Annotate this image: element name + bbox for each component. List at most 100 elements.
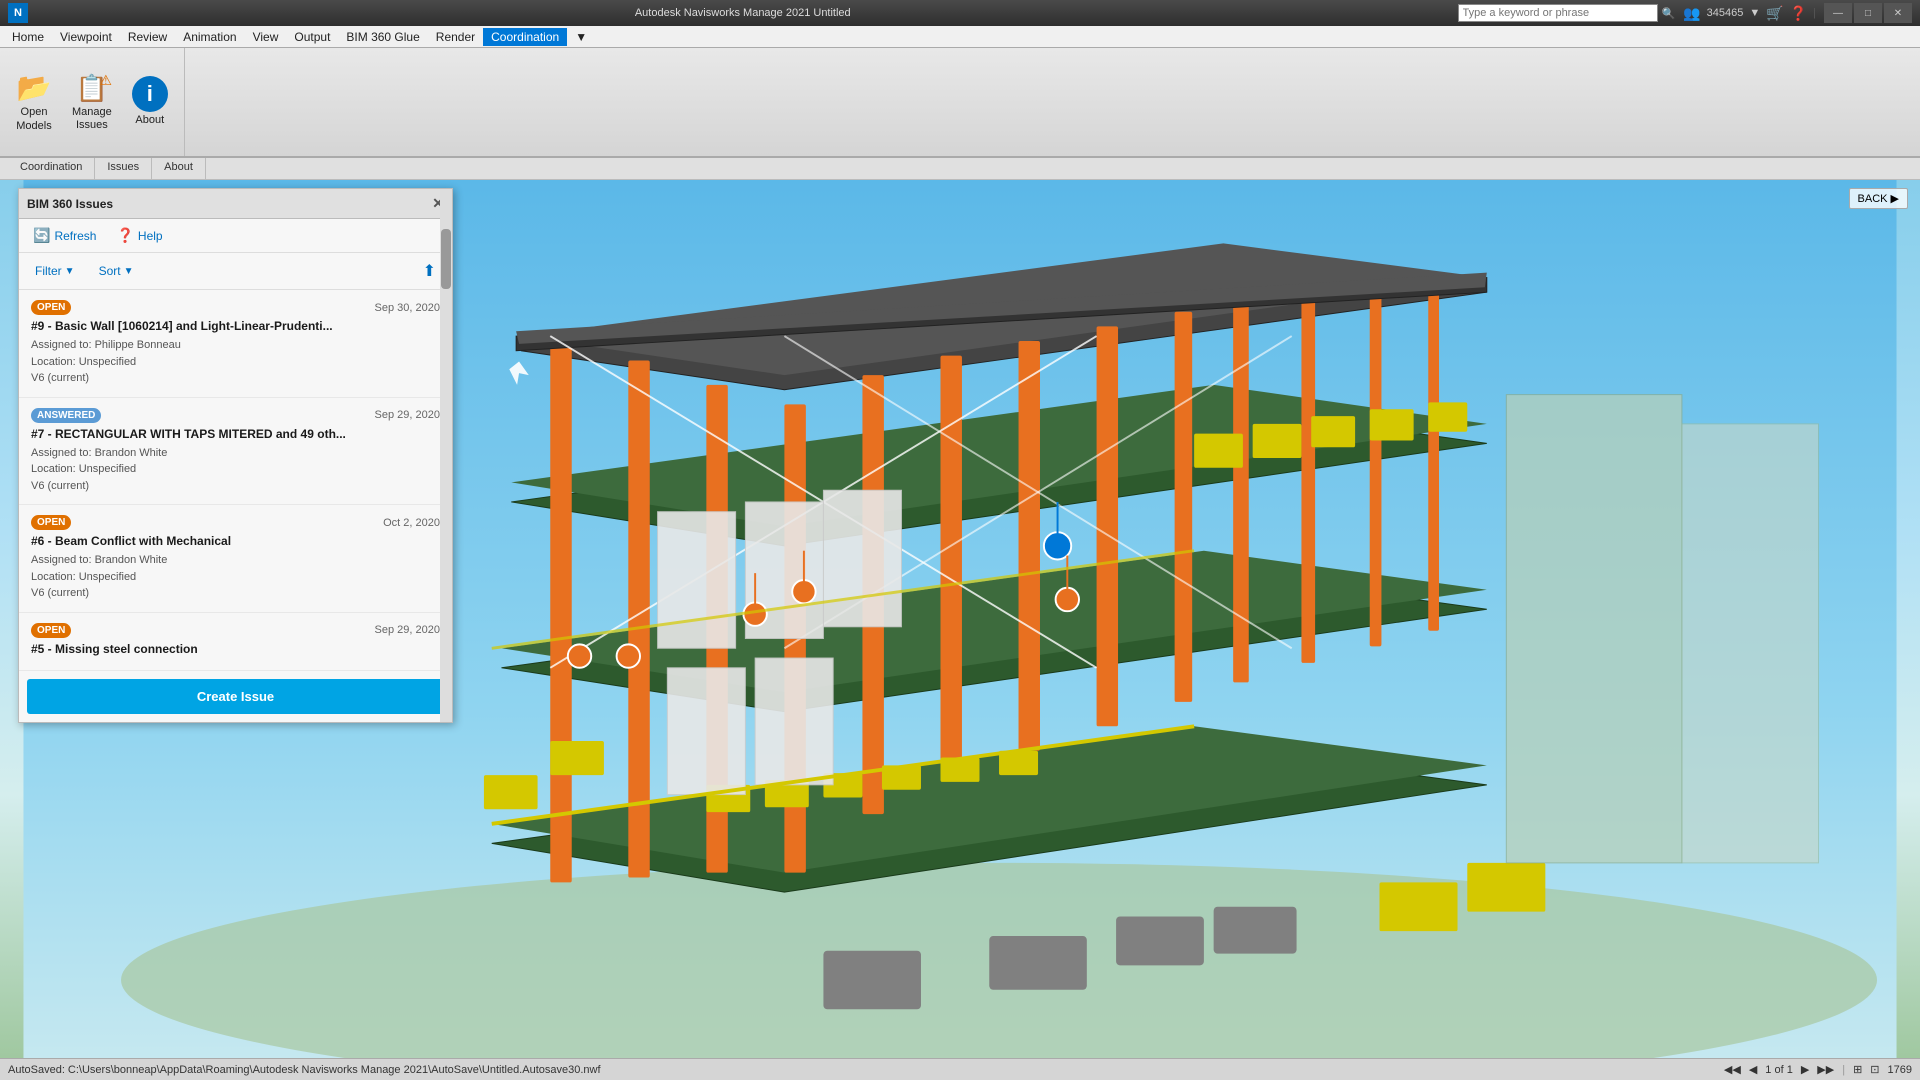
bim-panel: BIM 360 Issues ✕ 🔄 Refresh ❓ Help Filter… [18, 188, 453, 723]
issue-date: Sep 29, 2020 [375, 624, 440, 636]
maximize-button[interactable]: □ [1854, 3, 1882, 23]
issue-date: Oct 2, 2020 [383, 517, 440, 529]
issue-date: Sep 29, 2020 [375, 409, 440, 421]
issue-header: OPEN Sep 30, 2020 [31, 300, 440, 315]
issue-version: V6 (current) [31, 478, 440, 495]
navisworks-logo: N [8, 3, 28, 23]
users-icon: 👥 [1683, 5, 1700, 22]
nav-back-icon[interactable]: ◀ [1749, 1063, 1757, 1076]
ribbon-tab-row: Coordination Issues About [0, 158, 1920, 180]
back-button[interactable]: BACK ▶ [1849, 188, 1908, 209]
fit-icon[interactable]: ⊡ [1870, 1063, 1879, 1076]
issue-item[interactable]: OPEN Sep 30, 2020 #9 - Basic Wall [10602… [19, 290, 452, 398]
refresh-label: Refresh [54, 229, 96, 243]
menu-extra[interactable]: ▼ [567, 28, 595, 46]
create-issue-button[interactable]: Create Issue [27, 679, 444, 714]
ribbon-tab-coordination[interactable]: Coordination [8, 158, 95, 179]
ribbon-open-models[interactable]: 📂 OpenModels [8, 68, 60, 136]
title-bar-icons: 👥 345465 ▼ 🛒 ❓ | [1683, 5, 1816, 22]
issue-assigned: Assigned to: Philippe Bonneau [31, 337, 440, 354]
sort-button[interactable]: Sort ▼ [93, 262, 140, 280]
menu-home[interactable]: Home [4, 28, 52, 46]
dropdown-arrow[interactable]: ▼ [1749, 7, 1760, 19]
issue-title: #5 - Missing steel connection [31, 642, 440, 656]
issue-version: V6 (current) [31, 370, 440, 387]
menu-review[interactable]: Review [120, 28, 175, 46]
close-button[interactable]: ✕ [1884, 3, 1912, 23]
ribbon-tab-issues[interactable]: Issues [95, 158, 152, 179]
sort-label: Sort [99, 264, 121, 278]
autosave-text: AutoSaved: C:\Users\bonneap\AppData\Roam… [8, 1064, 601, 1076]
bim-panel-toolbar: 🔄 Refresh ❓ Help [19, 219, 452, 253]
filter-button[interactable]: Filter ▼ [29, 262, 81, 280]
search-input[interactable] [1458, 4, 1658, 22]
issue-title: #9 - Basic Wall [1060214] and Light-Line… [31, 319, 440, 333]
bim-panel-header: BIM 360 Issues ✕ [19, 189, 452, 219]
search-icon[interactable]: 🔍 [1662, 7, 1676, 20]
open-models-icon: 📂 [17, 71, 52, 104]
bim-panel-title: BIM 360 Issues [27, 197, 113, 211]
ribbon-wrapper: 📂 OpenModels 📋⚠ ManageIssues i About Coo… [0, 48, 1920, 180]
cart-icon[interactable]: 🛒 [1766, 5, 1783, 22]
issue-badge-open: OPEN [31, 300, 71, 315]
issue-location: Location: Unspecified [31, 354, 440, 371]
divider: | [1813, 7, 1816, 19]
nav-prev-icon[interactable]: ◀◀ [1724, 1063, 1741, 1076]
issue-header: OPEN Sep 29, 2020 [31, 623, 440, 638]
scrollbar[interactable] [440, 189, 452, 722]
manage-issues-icon: 📋⚠ [76, 72, 108, 104]
user-id: 345465 [1707, 7, 1744, 19]
issue-version: V6 (current) [31, 585, 440, 602]
main-area: BACK ▶ BIM 360 Issues ✕ 🔄 Refresh ❓ Help… [0, 180, 1920, 1058]
issue-badge-open: OPEN [31, 515, 71, 530]
ribbon-manage-issues[interactable]: 📋⚠ ManageIssues [64, 68, 120, 136]
issue-title: #7 - RECTANGULAR WITH TAPS MITERED and 4… [31, 427, 440, 441]
app-logo: N [8, 3, 28, 23]
issues-list[interactable]: OPEN Sep 30, 2020 #9 - Basic Wall [10602… [19, 290, 452, 671]
export-button[interactable]: ⬆ [417, 259, 442, 283]
ribbon-about[interactable]: i About [124, 68, 176, 136]
about-icon: i [132, 76, 168, 112]
zoom-level: 1769 [1888, 1064, 1912, 1076]
issue-item[interactable]: ANSWERED Sep 29, 2020 #7 - RECTANGULAR W… [19, 398, 452, 506]
help-button[interactable]: ❓ Help [112, 225, 166, 246]
help-label: Help [138, 229, 163, 243]
manage-issues-label: ManageIssues [72, 106, 112, 132]
refresh-icon: 🔄 [33, 227, 50, 244]
issue-location: Location: Unspecified [31, 461, 440, 478]
nav-next-icon[interactable]: ▶▶ [1817, 1063, 1834, 1076]
help-icon[interactable]: ❓ [1790, 5, 1807, 22]
menu-bar: Home Viewpoint Review Animation View Out… [0, 26, 1920, 48]
filter-label: Filter [35, 264, 62, 278]
issue-header: ANSWERED Sep 29, 2020 [31, 408, 440, 423]
menu-bim360glue[interactable]: BIM 360 Glue [338, 28, 427, 46]
menu-animation[interactable]: Animation [175, 28, 244, 46]
nav-forward-icon[interactable]: ▶ [1801, 1063, 1809, 1076]
menu-viewpoint[interactable]: Viewpoint [52, 28, 120, 46]
view-mode-icon[interactable]: ⊞ [1853, 1063, 1862, 1076]
issue-assigned: Assigned to: Brandon White [31, 552, 440, 569]
menu-output[interactable]: Output [286, 28, 338, 46]
issue-title: #6 - Beam Conflict with Mechanical [31, 534, 440, 548]
issue-item[interactable]: OPEN Sep 29, 2020 #5 - Missing steel con… [19, 613, 452, 671]
ribbon-section-coordination: 📂 OpenModels 📋⚠ ManageIssues i About [0, 48, 185, 156]
search-bar: 🔍 [1458, 4, 1676, 22]
page-info: 1 of 1 [1765, 1064, 1793, 1076]
issue-item[interactable]: OPEN Oct 2, 2020 #6 - Beam Conflict with… [19, 505, 452, 613]
filter-dropdown-icon: ▼ [65, 266, 75, 277]
ribbon-tab-about[interactable]: About [152, 158, 206, 179]
window-title: Autodesk Navisworks Manage 2021 Untitled [28, 7, 1458, 19]
status-right: ◀◀ ◀ 1 of 1 ▶ ▶▶ | ⊞ ⊡ 1769 [1724, 1063, 1912, 1076]
sort-dropdown-icon: ▼ [124, 266, 134, 277]
issue-badge-answered: ANSWERED [31, 408, 101, 423]
ribbon-buttons: 📂 OpenModels 📋⚠ ManageIssues i About [8, 52, 176, 152]
scrollbar-thumb[interactable] [441, 229, 451, 289]
menu-coordination[interactable]: Coordination [483, 28, 567, 46]
menu-view[interactable]: View [245, 28, 287, 46]
refresh-button[interactable]: 🔄 Refresh [29, 225, 100, 246]
issue-date: Sep 30, 2020 [375, 302, 440, 314]
divider2: | [1842, 1064, 1845, 1076]
export-icon: ⬆ [423, 261, 436, 281]
menu-render[interactable]: Render [428, 28, 483, 46]
minimize-button[interactable]: — [1824, 3, 1852, 23]
